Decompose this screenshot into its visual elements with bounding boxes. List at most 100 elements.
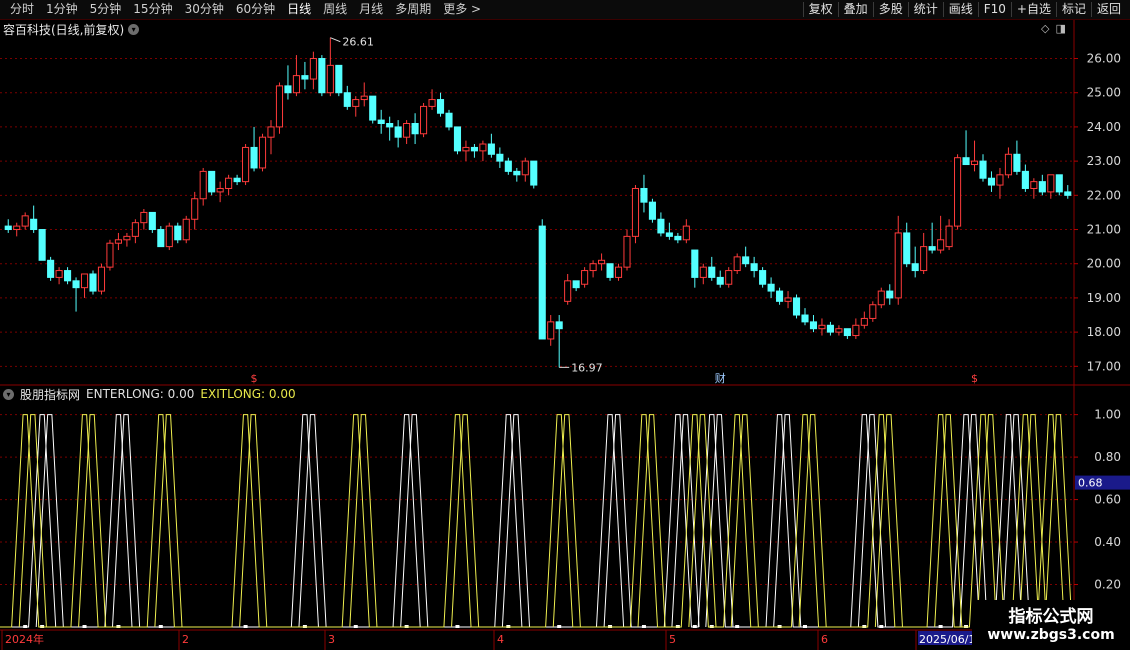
candle-body — [114, 239, 122, 244]
candle — [292, 55, 300, 97]
candle-body — [250, 146, 258, 169]
candle-body — [174, 225, 182, 241]
candle — [360, 82, 368, 107]
candle — [1064, 185, 1072, 199]
candle — [47, 256, 55, 281]
candle — [589, 260, 597, 278]
candle-body — [411, 123, 419, 135]
candle — [792, 294, 801, 319]
candle-body — [648, 201, 656, 220]
candle-body — [1013, 153, 1021, 172]
candle — [776, 287, 784, 305]
indicator-tick-label: 0.40 — [1094, 535, 1121, 549]
chevron-down-icon[interactable]: ▾ — [3, 388, 14, 400]
candle — [140, 209, 148, 230]
candle — [343, 85, 351, 110]
candle-body — [708, 266, 716, 278]
candle-body — [292, 75, 300, 94]
candle-body — [742, 256, 750, 265]
kline-chart[interactable]: 17.0018.0019.0020.0021.0022.0023.0024.00… — [0, 0, 1130, 650]
candle — [157, 226, 165, 248]
candle — [233, 174, 241, 186]
candle-body — [581, 270, 589, 285]
candle — [750, 256, 758, 278]
candle-body — [614, 266, 623, 278]
candle — [420, 102, 428, 138]
candle-body — [716, 276, 724, 285]
candle — [258, 133, 267, 172]
candle-body — [55, 270, 63, 278]
candle — [284, 65, 292, 100]
candle-body — [165, 225, 173, 248]
candle-body — [38, 229, 46, 261]
event-marker[interactable]: 财 — [715, 371, 726, 385]
current-value-label: 0.68 — [1078, 477, 1103, 490]
baseline-marker — [879, 625, 884, 628]
candle — [97, 263, 106, 295]
candle-body — [869, 304, 877, 319]
candle — [555, 315, 563, 368]
candle — [937, 215, 945, 254]
indicator-series-shadow — [18, 414, 1073, 628]
candle-body — [1038, 181, 1046, 193]
candle-body — [640, 187, 648, 203]
candle — [716, 270, 724, 288]
candle — [665, 222, 673, 240]
candle-body — [496, 153, 504, 162]
candle — [250, 126, 258, 172]
candle-body — [157, 229, 165, 248]
candle — [453, 126, 462, 155]
candle — [547, 315, 555, 346]
candle-body — [30, 218, 38, 231]
candle — [1013, 140, 1021, 175]
event-marker[interactable]: $ — [251, 372, 258, 385]
candle — [640, 174, 648, 213]
candle-body — [386, 123, 394, 128]
candle-body — [191, 198, 199, 220]
candle — [530, 160, 538, 189]
baseline-marker — [353, 625, 358, 628]
candle-body — [13, 225, 21, 231]
candle-body — [1030, 181, 1038, 189]
candle — [403, 120, 411, 145]
candle-body — [589, 263, 597, 272]
indicator-lines — [0, 414, 1073, 628]
candle — [648, 198, 656, 223]
candle-body — [436, 99, 445, 114]
candle — [674, 232, 682, 244]
candle-body — [555, 321, 563, 330]
candle-body — [301, 75, 309, 80]
candle — [759, 267, 767, 288]
candle-body — [801, 314, 809, 323]
candle-body — [928, 246, 936, 251]
candle — [80, 273, 89, 298]
candle-body — [275, 85, 284, 128]
candle — [326, 37, 334, 97]
candle — [428, 89, 436, 110]
candle-body — [97, 266, 106, 292]
candle — [945, 219, 953, 251]
date-tick-label: 2 — [182, 633, 189, 646]
date-tick-label: 6 — [821, 633, 828, 646]
candle — [682, 219, 690, 244]
candle-body — [826, 324, 834, 333]
candle — [970, 140, 979, 172]
candle — [877, 287, 885, 309]
candle-body — [47, 259, 55, 278]
candle — [386, 116, 394, 141]
candle — [470, 144, 478, 158]
candle — [886, 284, 894, 305]
candle-body — [877, 290, 885, 306]
baseline-marker — [692, 625, 697, 628]
candle — [377, 109, 385, 134]
candle — [809, 315, 818, 333]
candle — [191, 191, 199, 230]
baseline-marker — [803, 625, 807, 628]
candle — [598, 253, 606, 271]
candle — [513, 167, 521, 182]
candle — [699, 263, 707, 285]
candle — [801, 308, 809, 326]
candle — [742, 246, 750, 268]
candle — [411, 113, 419, 145]
event-marker[interactable]: $ — [971, 372, 978, 385]
